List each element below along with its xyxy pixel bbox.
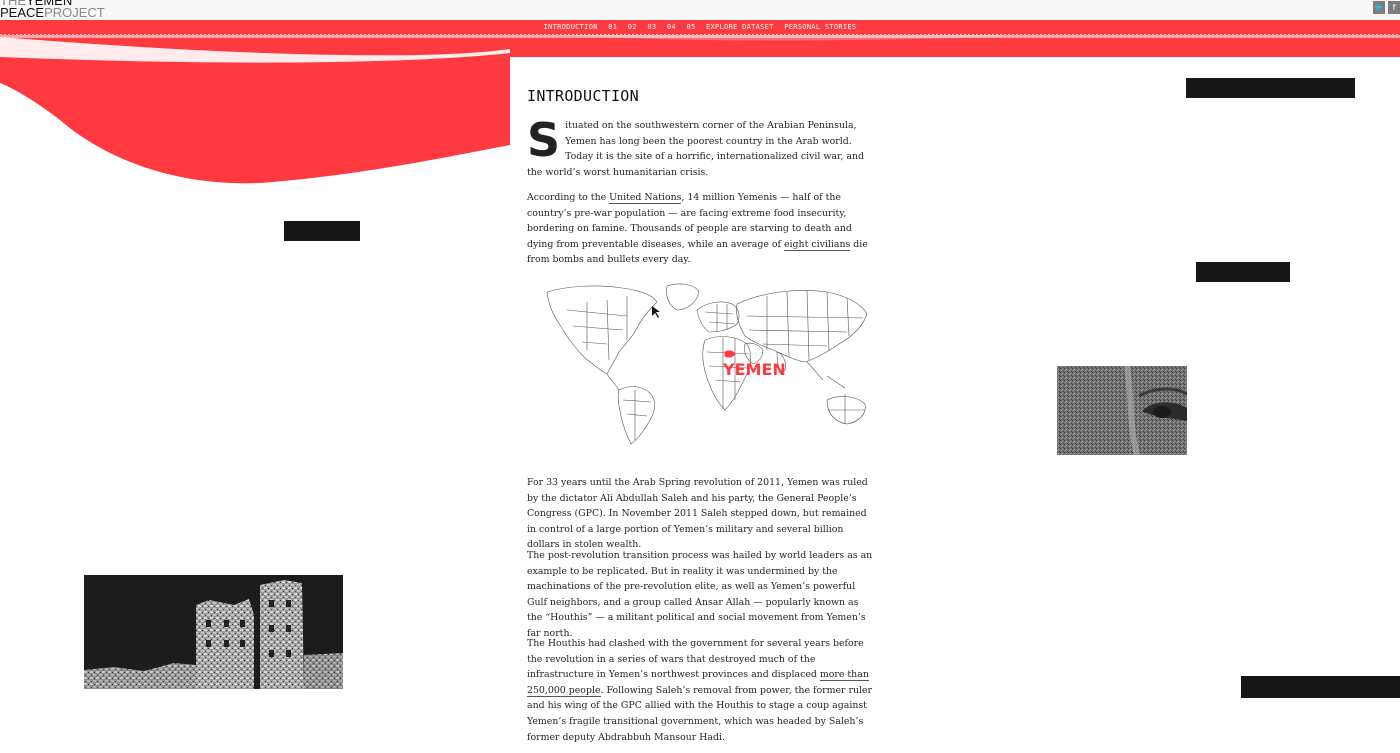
nav-item-02[interactable]: 02 xyxy=(628,23,637,31)
nav-item-05[interactable]: 05 xyxy=(686,23,695,31)
top-bar: THEYEMEN PEACEPROJECT 🐦 f xyxy=(0,0,1400,20)
nav-item-03[interactable]: 03 xyxy=(647,23,656,31)
nav-menu: INTRODUCTION 01 02 03 04 05 EXPLORE DATA… xyxy=(0,20,1400,35)
nav-item-explore-dataset[interactable]: EXPLORE DATASET xyxy=(706,23,774,31)
eye-photo xyxy=(1057,366,1187,455)
site-logo[interactable]: THEYEMEN PEACEPROJECT xyxy=(0,0,105,19)
dark-block xyxy=(1196,262,1290,282)
dark-block xyxy=(1241,676,1400,698)
un-paragraph: According to the United Nations, 14 mill… xyxy=(527,190,875,268)
nav-item-personal-stories[interactable]: PERSONAL STORIES xyxy=(784,23,856,31)
houthis-paragraph: The Houthis had clashed with the governm… xyxy=(527,636,875,745)
nav-item-01[interactable]: 01 xyxy=(608,23,617,31)
map-yemen-label: YEMEN xyxy=(722,360,786,379)
paragraph-text: According to the xyxy=(527,192,610,203)
twitter-icon[interactable]: 🐦 xyxy=(1373,1,1385,14)
section-heading: INTRODUCTION xyxy=(527,87,639,105)
united-nations-link[interactable]: United Nations xyxy=(609,192,682,204)
transition-paragraph: The post-revolution transition process w… xyxy=(527,550,873,639)
mouse-cursor-icon xyxy=(652,306,660,318)
saleh-paragraph: For 33 years until the Arab Spring revol… xyxy=(527,477,868,551)
article-column: INTRODUCTION Situated on the southwester… xyxy=(511,57,891,753)
nav-item-introduction[interactable]: INTRODUCTION xyxy=(544,23,598,31)
dark-block xyxy=(1186,78,1355,98)
dark-block xyxy=(284,221,360,241)
facebook-icon[interactable]: f xyxy=(1388,1,1400,14)
logo-word-peace: PEACE xyxy=(0,5,45,20)
intro-paragraph: Situated on the southwestern corner of t… xyxy=(527,113,875,180)
paragraph-text: The Houthis had clashed with the governm… xyxy=(527,638,864,681)
eight-civilians-link[interactable]: eight civilians xyxy=(783,238,851,251)
drop-cap: S xyxy=(527,113,561,167)
nav-bar: INTRODUCTION 01 02 03 04 05 EXPLORE DATA… xyxy=(0,20,1400,35)
logo-word-project: PROJECT xyxy=(44,5,105,20)
intro-text: ituated on the southwestern corner of th… xyxy=(527,120,865,178)
nav-item-04[interactable]: 04 xyxy=(667,23,676,31)
towers-photo xyxy=(84,575,343,689)
world-map: YEMEN xyxy=(546,283,868,445)
